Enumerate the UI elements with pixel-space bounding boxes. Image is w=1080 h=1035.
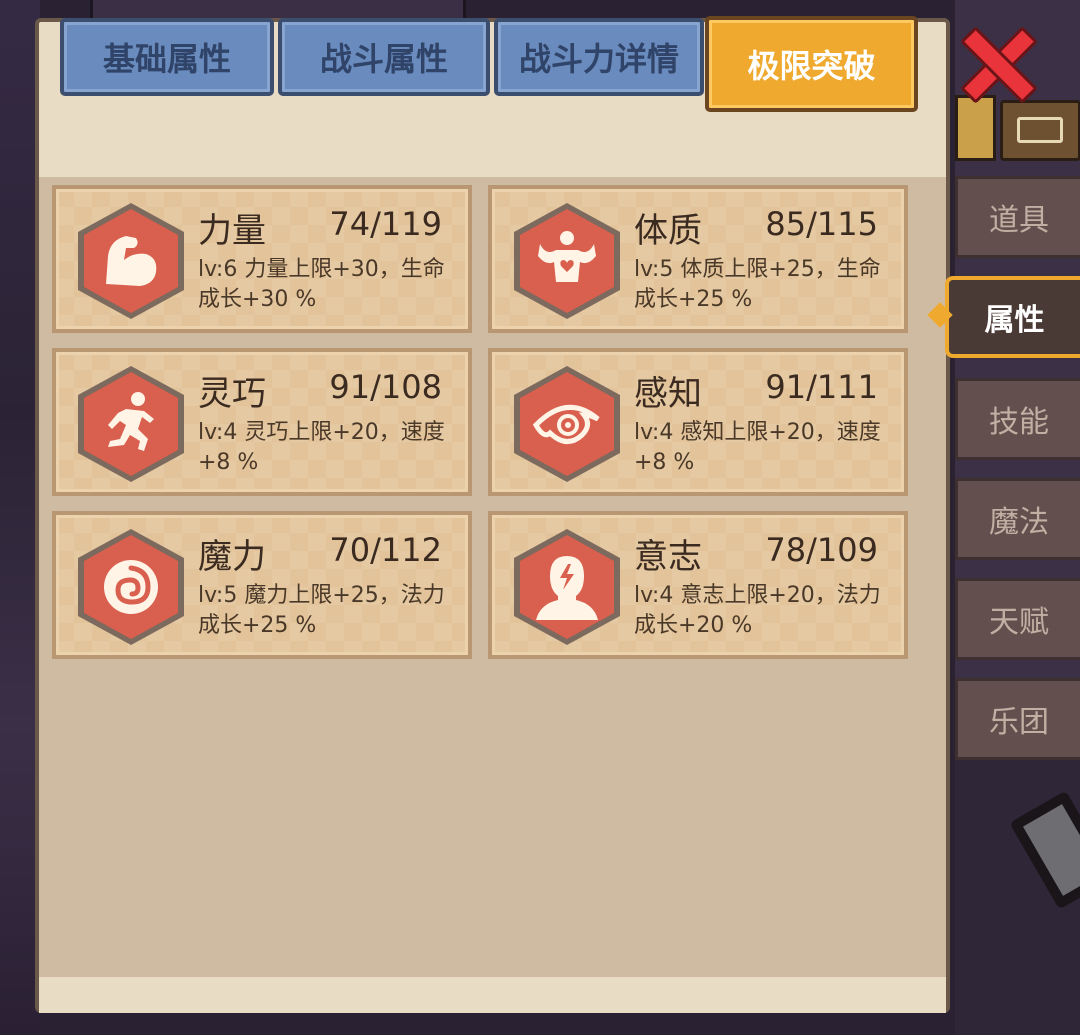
attribute-name: 体质 <box>634 211 702 251</box>
attribute-description: lv:4 感知上限+20，速度+8 % <box>634 420 881 475</box>
body-heart-icon <box>538 231 596 282</box>
attribute-card-perception[interactable]: 感知 91/111 lv:4 感知上限+20，速度+8 % <box>488 348 908 496</box>
muscle-arm-icon <box>106 236 157 286</box>
attribute-value: 70/112 <box>329 531 442 569</box>
panel-footer <box>39 977 946 1013</box>
tab-basic-attributes[interactable]: 基础属性 <box>60 18 274 96</box>
hex-frame <box>514 529 620 645</box>
side-tab-skills[interactable]: 技能 <box>955 378 1080 460</box>
attribute-value: 91/108 <box>329 368 442 406</box>
side-tab-items[interactable]: 道具 <box>955 176 1080 258</box>
attribute-value: 74/119 <box>329 205 442 243</box>
head-bolt-icon <box>536 556 598 620</box>
attribute-card-constitution[interactable]: 体质 85/115 lv:5 体质上限+25，生命成长+25 % <box>488 185 908 333</box>
side-tab-talent[interactable]: 天赋 <box>955 578 1080 660</box>
attribute-name: 灵巧 <box>198 374 266 414</box>
hex-frame <box>78 366 184 482</box>
attribute-card-magic[interactable]: 魔力 70/112 lv:5 魔力上限+25，法力成长+25 % <box>52 511 472 659</box>
hex-frame <box>514 203 620 319</box>
background-item-icon <box>955 95 996 161</box>
attribute-card-strength[interactable]: 力量 74/119 lv:6 力量上限+30，生命成长+30 % <box>52 185 472 333</box>
attribute-description: lv:4 意志上限+20，法力成长+20 % <box>634 583 881 638</box>
hex-frame <box>78 529 184 645</box>
side-tab-attributes[interactable]: 属性 <box>945 276 1080 358</box>
attribute-card-agility[interactable]: 灵巧 91/108 lv:4 灵巧上限+20，速度+8 % <box>52 348 472 496</box>
eye-icon <box>532 404 600 444</box>
ticket-icon <box>1000 100 1080 161</box>
attribute-name: 感知 <box>634 374 702 414</box>
attribute-description: lv:5 体质上限+25，生命成长+25 % <box>634 257 881 312</box>
attribute-description: lv:6 力量上限+30，生命成长+30 % <box>198 257 445 312</box>
tab-combat-power-details[interactable]: 战斗力详情 <box>494 18 704 96</box>
running-man-icon <box>108 392 154 451</box>
close-icon[interactable] <box>960 25 1030 97</box>
attribute-name: 意志 <box>634 537 702 577</box>
attribute-description: lv:5 魔力上限+25，法力成长+25 % <box>198 583 445 638</box>
side-tab-magic[interactable]: 魔法 <box>955 478 1080 560</box>
hex-frame <box>78 203 184 319</box>
attribute-name: 魔力 <box>198 537 266 577</box>
tab-combat-attributes[interactable]: 战斗属性 <box>278 18 490 96</box>
hex-frame <box>514 366 620 482</box>
attribute-description: lv:4 灵巧上限+20，速度+8 % <box>198 420 445 475</box>
attribute-name: 力量 <box>198 211 266 251</box>
attribute-value: 78/109 <box>765 531 878 569</box>
attribute-value: 85/115 <box>765 205 878 243</box>
background-left <box>0 0 40 1035</box>
attribute-card-willpower[interactable]: 意志 78/109 lv:4 意志上限+20，法力成长+20 % <box>488 511 908 659</box>
side-tab-band[interactable]: 乐团 <box>955 678 1080 760</box>
tab-limit-break[interactable]: 极限突破 <box>705 16 918 112</box>
spiral-orb-icon <box>104 560 158 614</box>
attribute-value: 91/111 <box>765 368 878 406</box>
